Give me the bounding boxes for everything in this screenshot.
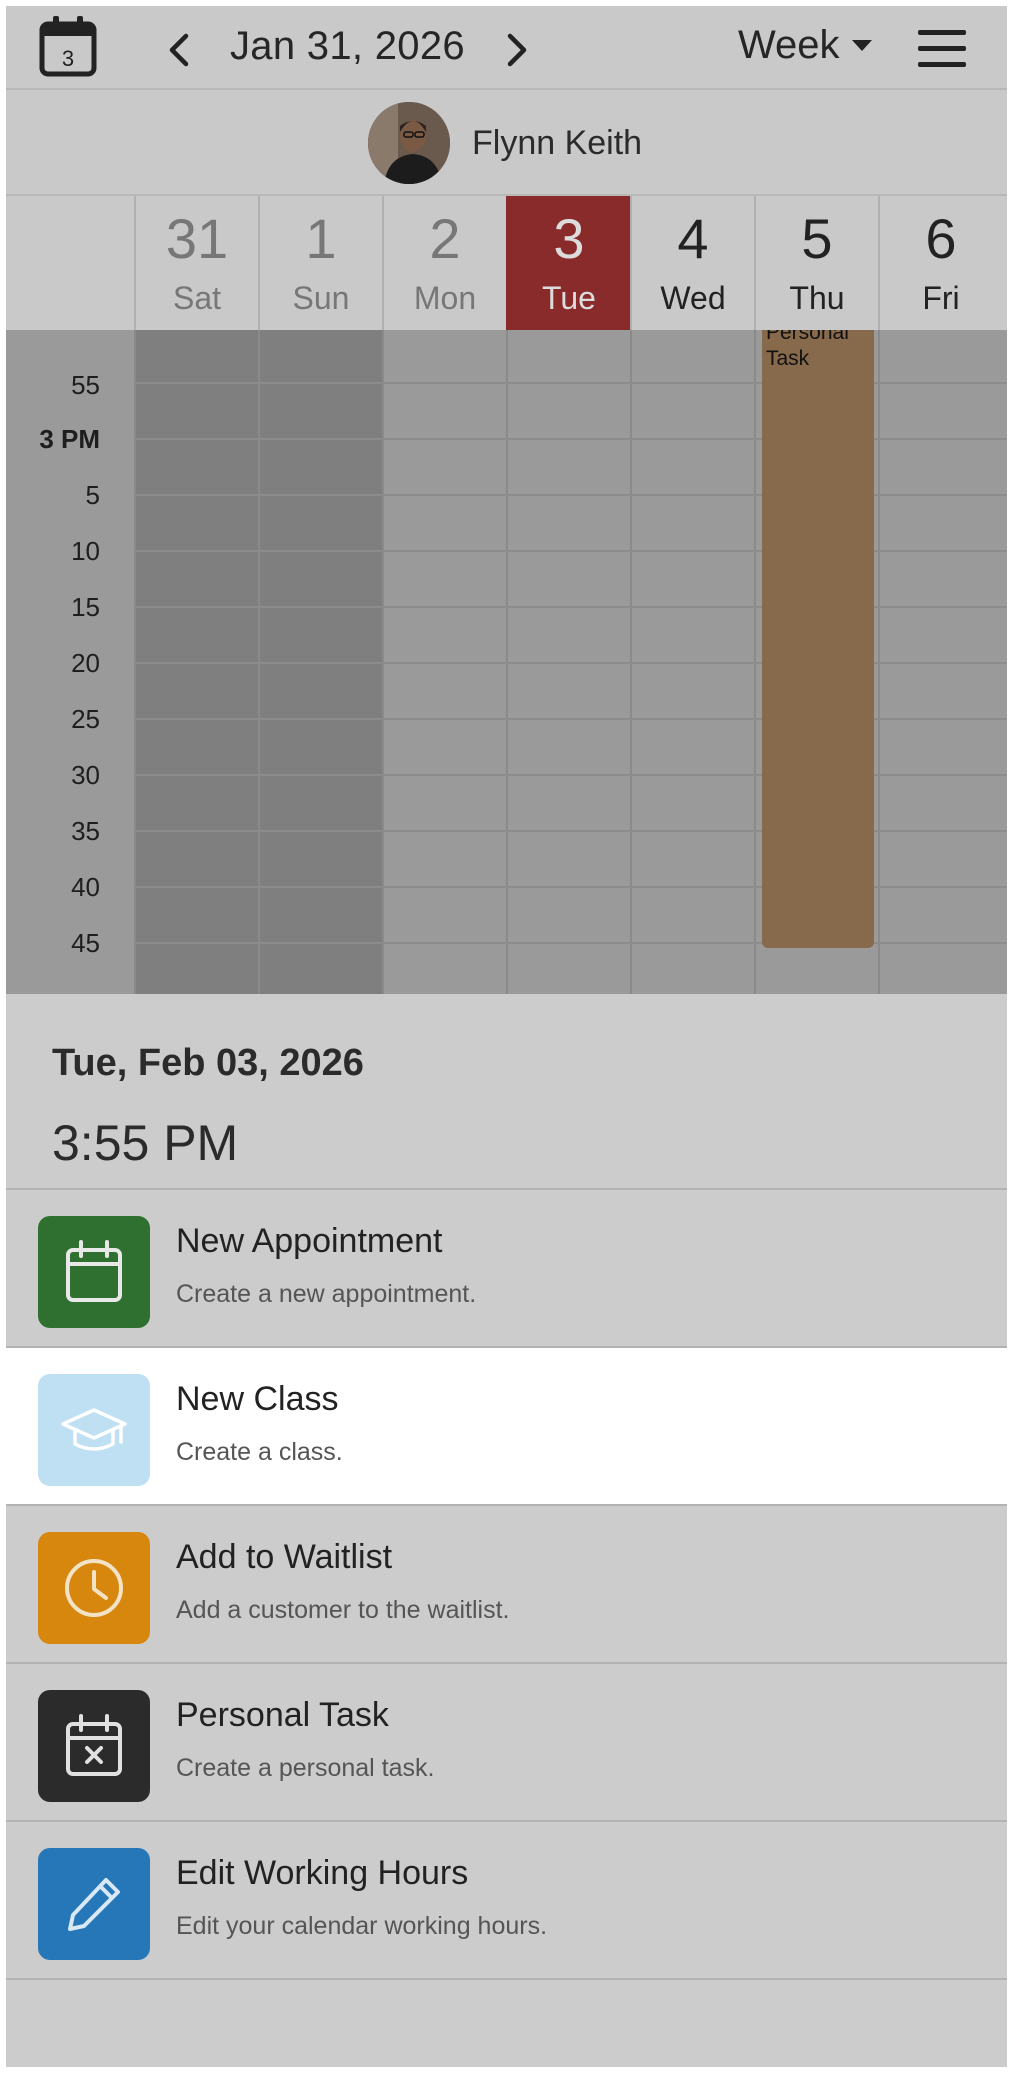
- option-description: Create a new appointment.: [176, 1280, 477, 1308]
- day-header-sun[interactable]: 1 Sun: [258, 196, 382, 330]
- option-title: Personal Task: [176, 1696, 389, 1734]
- day-number: 4: [677, 207, 709, 270]
- day-name: Wed: [660, 280, 726, 316]
- selected-time: 3:55 PM: [52, 1115, 239, 1171]
- time-label: 20: [71, 648, 100, 678]
- day-name: Mon: [413, 280, 477, 316]
- edit-working-hours-icon-tile: [38, 1848, 150, 1960]
- view-mode-label: Week: [738, 22, 840, 67]
- pencil-icon: [68, 1878, 120, 1931]
- time-gutter: 55 3 PM 5 10 15 20 25 30 35 40 45: [6, 330, 134, 994]
- grid-line: [134, 830, 1007, 832]
- personal-task-event[interactable]: Personal Task: [762, 330, 874, 948]
- day-header-wed[interactable]: 4 Wed: [630, 196, 754, 330]
- edit-working-hours-option[interactable]: Edit Working Hours Edit your calendar wo…: [6, 1822, 1007, 1978]
- calendar-x-icon: [66, 1714, 122, 1776]
- day-name: Fri: [922, 280, 960, 316]
- new-appointment-icon-tile: [38, 1216, 150, 1328]
- day-number: 5: [801, 207, 833, 270]
- option-title: New Class: [176, 1380, 339, 1418]
- view-mode-select[interactable]: Week: [738, 20, 874, 70]
- day-number: 6: [925, 207, 957, 270]
- add-to-waitlist-icon-tile: [38, 1532, 150, 1644]
- time-label: 5: [85, 480, 100, 510]
- option-description: Add a customer to the waitlist.: [176, 1596, 510, 1624]
- previous-week-button[interactable]: [164, 32, 194, 68]
- grid-line: [134, 494, 1007, 496]
- grid-line: [134, 718, 1007, 720]
- grid-line: [134, 886, 1007, 888]
- grid-line: [134, 606, 1007, 608]
- day-number: 1: [305, 207, 337, 270]
- time-label: 45: [71, 928, 100, 958]
- option-description: Create a personal task.: [176, 1754, 435, 1782]
- grid-line: [134, 382, 1007, 384]
- divider: [6, 1978, 1007, 1980]
- time-label: 25: [71, 704, 100, 734]
- day-number: 2: [429, 207, 461, 270]
- avatar: [368, 102, 450, 184]
- week-time-grid[interactable]: 55 3 PM 5 10 15 20 25 30 35 40 45 Person…: [6, 330, 1007, 994]
- day-header-fri[interactable]: 6 Fri: [878, 196, 1002, 330]
- time-label: 40: [71, 872, 100, 902]
- option-title: Edit Working Hours: [176, 1854, 469, 1892]
- day-header-thu[interactable]: 5 Thu: [754, 196, 878, 330]
- calendar-icon: [66, 1240, 122, 1302]
- time-label: 35: [71, 816, 100, 846]
- action-sheet: Tue, Feb 03, 2026 3:55 PM New Appointmen…: [6, 994, 1007, 2067]
- time-label: 55: [71, 370, 100, 400]
- new-class-option[interactable]: New Class Create a class.: [6, 1348, 1007, 1504]
- day-name: Tue: [542, 280, 596, 316]
- app-frame: 3 Jan 31, 2026 Week Flynn Keith 31 Sat 1…: [6, 6, 1007, 2067]
- grid-line: [134, 550, 1007, 552]
- time-label: 10: [71, 536, 100, 566]
- day-name: Thu: [789, 280, 845, 316]
- staff-selector[interactable]: Flynn Keith: [6, 92, 1007, 196]
- current-date-title[interactable]: Jan 31, 2026: [230, 24, 465, 69]
- personal-task-icon-tile: [38, 1690, 150, 1802]
- option-title: Add to Waitlist: [176, 1538, 393, 1576]
- staff-name: Flynn Keith: [472, 124, 643, 162]
- grid-line: [134, 662, 1007, 664]
- new-class-icon-tile: [38, 1374, 150, 1486]
- time-label: 15: [71, 592, 100, 622]
- day-number: 3: [553, 207, 585, 270]
- top-bar: 3 Jan 31, 2026 Week: [6, 6, 1007, 90]
- graduation-cap-icon: [61, 1408, 127, 1451]
- caret-down-icon: [851, 40, 872, 51]
- option-title: New Appointment: [176, 1222, 443, 1260]
- add-to-waitlist-option[interactable]: Add to Waitlist Add a customer to the wa…: [6, 1506, 1007, 1662]
- time-label: 3 PM: [39, 424, 100, 454]
- day-number: 31: [165, 207, 229, 270]
- grid-line: [134, 942, 1007, 944]
- time-label: 30: [71, 760, 100, 790]
- calendar-today-icon[interactable]: 3: [38, 14, 98, 78]
- next-week-button[interactable]: [502, 32, 532, 68]
- day-name: Sun: [292, 280, 350, 316]
- personal-task-option[interactable]: Personal Task Create a personal task.: [6, 1664, 1007, 1820]
- event-title: Personal Task: [766, 330, 849, 370]
- new-appointment-option[interactable]: New Appointment Create a new appointment…: [6, 1190, 1007, 1346]
- week-day-header: 31 Sat 1 Sun 2 Mon 3 Tue 4 Wed 5 Thu 6 F…: [6, 196, 1007, 330]
- day-header-sat[interactable]: 31 Sat: [134, 196, 258, 330]
- calendar-today-number: 3: [62, 46, 74, 71]
- grid-line: [134, 774, 1007, 776]
- day-name: Sat: [172, 280, 222, 316]
- hamburger-menu-icon[interactable]: [916, 26, 968, 70]
- option-description: Edit your calendar working hours.: [176, 1912, 548, 1940]
- option-description: Create a class.: [176, 1438, 343, 1466]
- clock-icon: [65, 1559, 123, 1617]
- person-photo-icon: [368, 102, 450, 184]
- grid-line: [134, 438, 1007, 440]
- selected-date: Tue, Feb 03, 2026: [52, 1042, 364, 1084]
- day-header-tue-today[interactable]: 3 Tue: [506, 196, 630, 330]
- day-header-mon[interactable]: 2 Mon: [382, 196, 506, 330]
